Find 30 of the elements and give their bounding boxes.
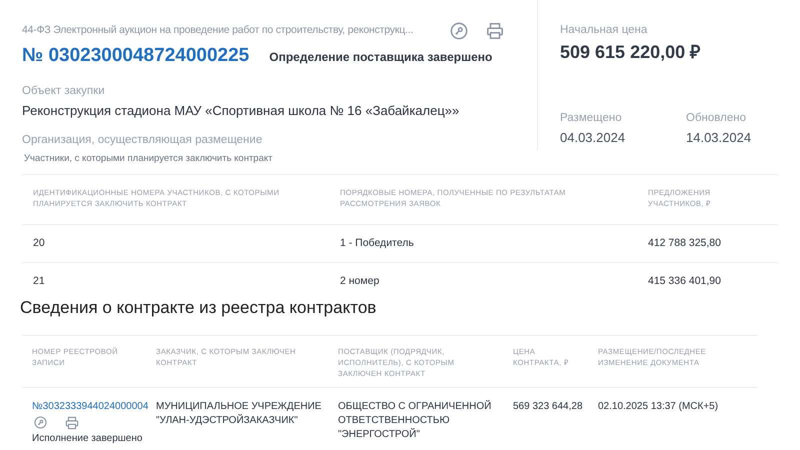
contract-status: Исполнение завершено bbox=[32, 432, 142, 446]
table-cell-text: 1 - Победитель bbox=[340, 236, 415, 251]
contracts-title: Сведения о контракте из реестра контрактов bbox=[20, 297, 378, 319]
table-cell-text: 21 bbox=[33, 274, 46, 290]
price-label: Начальная цена bbox=[560, 23, 648, 38]
organization-label: Организация, осуществляющая размещение bbox=[22, 133, 264, 148]
registry-number-link[interactable]: №3032333944024000004 bbox=[32, 400, 148, 414]
print-icon[interactable] bbox=[65, 416, 79, 430]
print-icon[interactable] bbox=[486, 22, 504, 40]
object-label: Объект закупки bbox=[22, 84, 106, 98]
key-circle-icon[interactable] bbox=[450, 22, 468, 40]
table-cell-text: ОБЩЕСТВО С ОГРАНИЧЕННОЙ ОТВЕТСТВЕННОСТЬЮ "ЭНЕРГОСТРОЙ" bbox=[338, 400, 492, 442]
procurement-type: 44-ФЗ Электронный аукцион на проведение работ по строительству, реконструкц... bbox=[22, 23, 414, 38]
procurement-number[interactable]: № 0302300048724000225 bbox=[22, 42, 250, 70]
key-circle-icon[interactable] bbox=[34, 416, 47, 428]
table-cell-text: 412 788 325,80 bbox=[648, 236, 722, 251]
object-value: Реконструкция стадиона МАУ «Спортивная школа № 16 «Забайкалец»» bbox=[22, 102, 460, 120]
table-cell-text: 20 bbox=[33, 236, 46, 251]
date-value: 14.03.2024 bbox=[686, 128, 752, 146]
initial-price: 509 615 220,00 ₽ bbox=[560, 41, 702, 64]
table-cell-text: 569 323 644,28 bbox=[513, 400, 584, 414]
table-cell-text: 2 номер bbox=[340, 274, 380, 290]
date-label: Размещено bbox=[560, 111, 623, 126]
table-cell-text: 02.10.2025 13:37 (МСК+5) bbox=[598, 400, 720, 414]
date-value: 04.03.2024 bbox=[560, 128, 626, 146]
table-cell-text: 415 336 401,90 bbox=[648, 274, 722, 290]
participants-label: Участники, с которыми планируется заключить контракт bbox=[24, 152, 274, 166]
date-label: Обновлено bbox=[686, 111, 747, 126]
table-cell-text: МУНИЦИПАЛЬНОЕ УЧРЕЖДЕНИЕ "УЛАН-УДЭСТРОЙЗАКАЗЧИК" bbox=[156, 400, 322, 428]
procurement-status: Определение поставщика завершено bbox=[269, 49, 492, 66]
